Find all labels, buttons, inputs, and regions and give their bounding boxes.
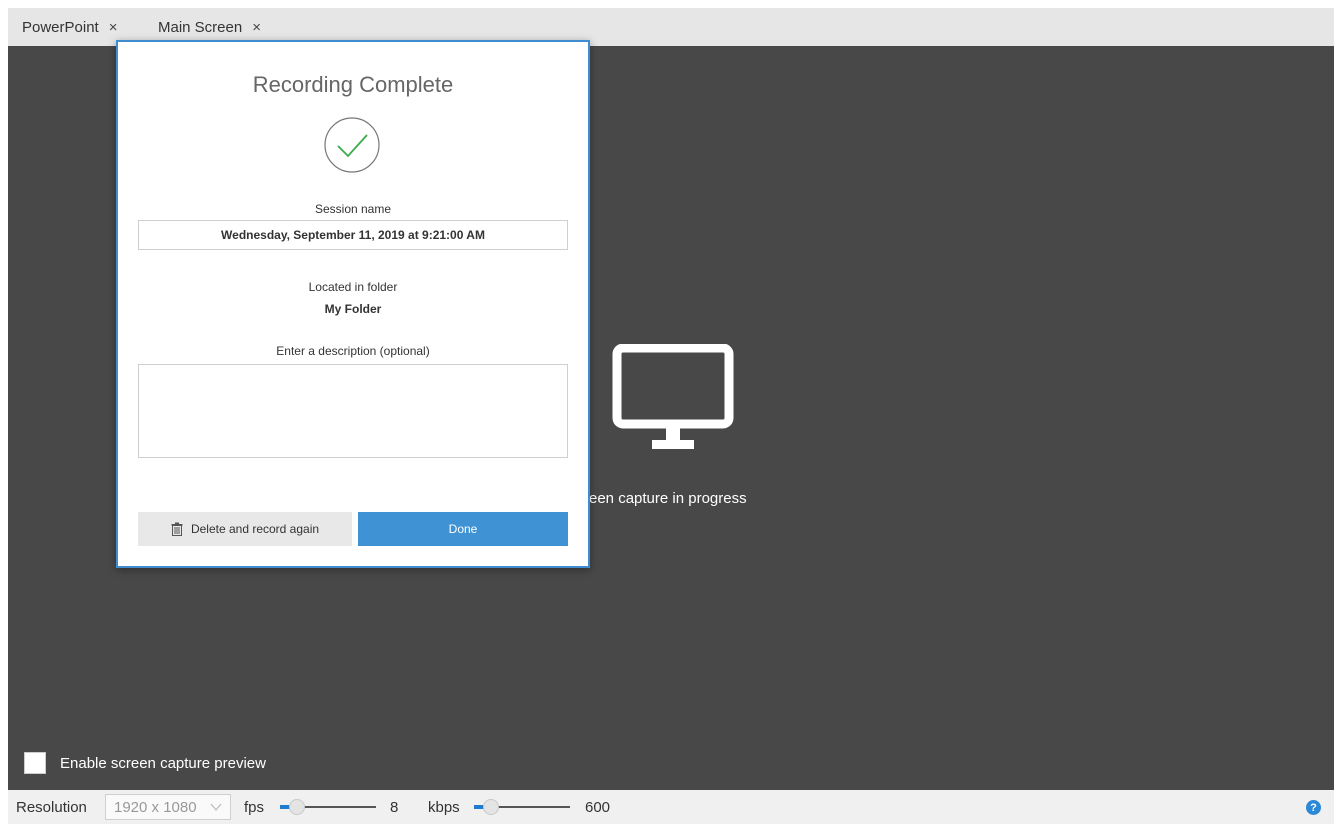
session-name-value: Wednesday, September 11, 2019 at 9:21:00… [221,228,485,242]
folder-name: My Folder [324,302,382,316]
capture-status-text: reen capture in progress [584,490,747,507]
resolution-value: 1920 x 1080 [114,798,197,816]
session-name-field[interactable]: Wednesday, September 11, 2019 at 9:21:00… [138,220,568,250]
delete-and-record-again-button[interactable]: Delete and record again [138,512,352,546]
resolution-label: Resolution [16,798,87,816]
preview-checkbox[interactable] [24,752,46,774]
tab-label: Main Screen [158,18,243,36]
trash-icon [171,522,183,536]
delete-button-label: Delete and record again [190,522,320,536]
status-bar: Resolution 1920 x 1080 fps 8 kbps 600 ? [8,790,1334,824]
tab-label: PowerPoint [22,18,99,36]
session-name-label: Session name [314,202,392,216]
kbps-slider-thumb[interactable] [483,799,499,815]
resolution-select[interactable]: 1920 x 1080 [105,794,231,820]
fps-slider[interactable] [280,790,376,824]
description-field[interactable] [138,364,568,458]
fps-label: fps [244,798,265,816]
done-button[interactable]: Done [358,512,568,546]
preview-toggle-row: Enable screen capture preview [24,752,266,774]
fps-value: 8 [390,798,399,816]
help-icon[interactable]: ? [1306,800,1321,815]
kbps-value: 600 [585,798,611,816]
chevron-down-icon [210,803,222,811]
folder-label: Located in folder [308,280,398,294]
kbps-slider[interactable] [474,790,570,824]
close-icon[interactable]: × [252,19,261,36]
monitor-icon [612,344,734,449]
app-window: PowerPoint × Main Screen × reen capture … [0,0,1334,824]
kbps-label: kbps [428,798,460,816]
fps-slider-thumb[interactable] [289,799,305,815]
tab-powerpoint[interactable]: PowerPoint × [22,8,117,46]
done-button-label: Done [448,522,478,536]
dialog-title: Recording Complete [252,72,454,97]
recording-complete-dialog: Recording Complete Session name Wednesda… [116,40,590,568]
description-label: Enter a description (optional) [276,344,430,358]
close-icon[interactable]: × [109,19,118,36]
checkmark-circle-icon [324,117,380,173]
preview-label: Enable screen capture preview [60,754,266,772]
